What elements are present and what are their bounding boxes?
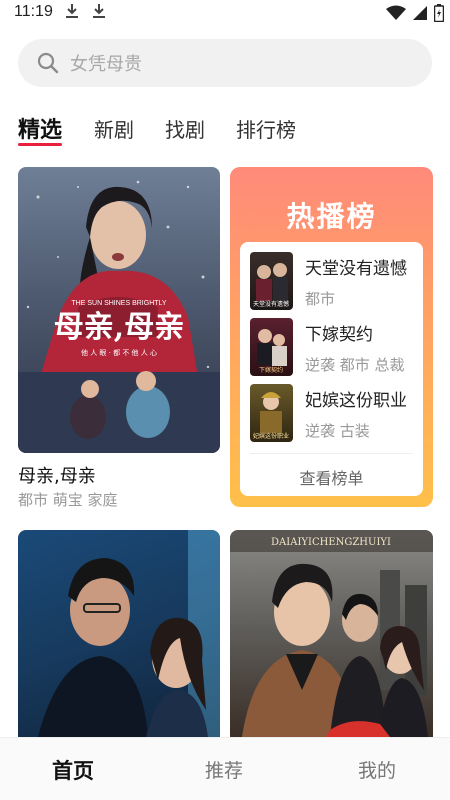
drama-poster[interactable]: DAIAIYICHENGZHUIYI	[230, 530, 433, 737]
hot-item-thumb: 妃嫔这份职业	[250, 384, 293, 442]
hot-list-title: 热播榜	[286, 200, 377, 233]
drama-card[interactable]	[18, 530, 220, 737]
poster-artwork	[38, 530, 220, 737]
poster-artwork: DAIAIYICHENGZHUIYI	[230, 530, 433, 737]
hot-list-divider	[250, 453, 413, 454]
download-icon	[93, 4, 105, 18]
drama-title[interactable]: 母亲,母亲	[18, 462, 96, 488]
tab-ranking[interactable]: 排行榜	[236, 114, 296, 143]
hot-item-name: 下嫁契约	[305, 325, 373, 345]
svg-text:天堂没有遗憾: 天堂没有遗憾	[253, 300, 289, 308]
search-bar[interactable]: 女凭母贵	[18, 39, 432, 87]
hot-list-body: 天堂没有遗憾 天堂没有遗憾 都市 下嫁契约 下嫁契约 逆袭 都市 总裁 妃嫔这份…	[240, 242, 423, 496]
view-ranking-button[interactable]: 查看榜单	[240, 465, 423, 489]
status-bar: 11:19	[0, 0, 450, 26]
active-tab-indicator	[18, 143, 62, 146]
drama-card[interactable]: DAIAIYICHENGZHUIYI	[230, 530, 433, 737]
drama-tags: 都市 萌宝 家庭	[18, 491, 118, 509]
drama-card[interactable]: 母亲,母亲 THE SUN SHINES BRIGHTLY 他 人 眼 · 都 …	[18, 167, 220, 512]
hot-list-item[interactable]: 天堂没有遗憾 天堂没有遗憾 都市	[250, 252, 420, 310]
download-icon	[66, 4, 78, 18]
tab-find[interactable]: 找剧	[165, 114, 205, 143]
hot-list-item[interactable]: 下嫁契约 下嫁契约 逆袭 都市 总裁	[250, 318, 420, 376]
poster-subtitle: THE SUN SHINES BRIGHTLY	[71, 300, 166, 307]
hot-list-panel: 热播榜 天堂没有遗憾 天堂没有遗憾 都市 下嫁契约 下嫁契约 逆袭 都市 总裁 …	[230, 167, 433, 507]
tab-new[interactable]: 新剧	[94, 114, 134, 143]
signal-icon	[413, 6, 427, 20]
hot-item-tags: 逆袭 古装	[305, 422, 370, 440]
drama-poster[interactable]	[18, 530, 220, 737]
hot-item-thumb: 下嫁契约	[250, 318, 293, 376]
hot-item-thumb: 天堂没有遗憾	[250, 252, 293, 310]
poster-tagline: 他 人 眼 · 都 不 他 人 心	[81, 348, 157, 357]
wifi-icon	[386, 5, 406, 20]
poster-title: 母亲,母亲	[54, 310, 184, 345]
tab-featured[interactable]: 精选	[18, 112, 62, 144]
drama-poster[interactable]: 母亲,母亲 THE SUN SHINES BRIGHTLY 他 人 眼 · 都 …	[18, 167, 220, 453]
status-time: 11:19	[14, 3, 53, 20]
poster-english-title: DAIAIYICHENGZHUIYI	[271, 537, 391, 548]
svg-text:妃嫔这份职业: 妃嫔这份职业	[253, 432, 289, 440]
poster-artwork: 母亲,母亲 THE SUN SHINES BRIGHTLY 他 人 眼 · 都 …	[18, 180, 220, 453]
hot-item-name: 妃嫔这份职业	[305, 391, 407, 411]
hot-item-name: 天堂没有遗憾	[305, 259, 407, 279]
search-placeholder: 女凭母贵	[70, 54, 142, 75]
search-icon	[37, 52, 59, 74]
hot-list-item[interactable]: 妃嫔这份职业 妃嫔这份职业 逆袭 古装	[250, 384, 420, 442]
nav-home[interactable]: 首页	[52, 755, 94, 785]
bottom-nav: 首页 推荐 我的	[0, 737, 450, 800]
svg-text:下嫁契约: 下嫁契约	[259, 366, 283, 374]
battery-icon	[434, 4, 444, 22]
nav-profile[interactable]: 我的	[358, 756, 396, 783]
nav-recommend[interactable]: 推荐	[205, 756, 243, 783]
hot-item-tags: 逆袭 都市 总裁	[305, 356, 405, 374]
category-tabs: 精选 新剧 找剧 排行榜	[0, 108, 450, 148]
hot-item-tags: 都市	[305, 290, 336, 308]
